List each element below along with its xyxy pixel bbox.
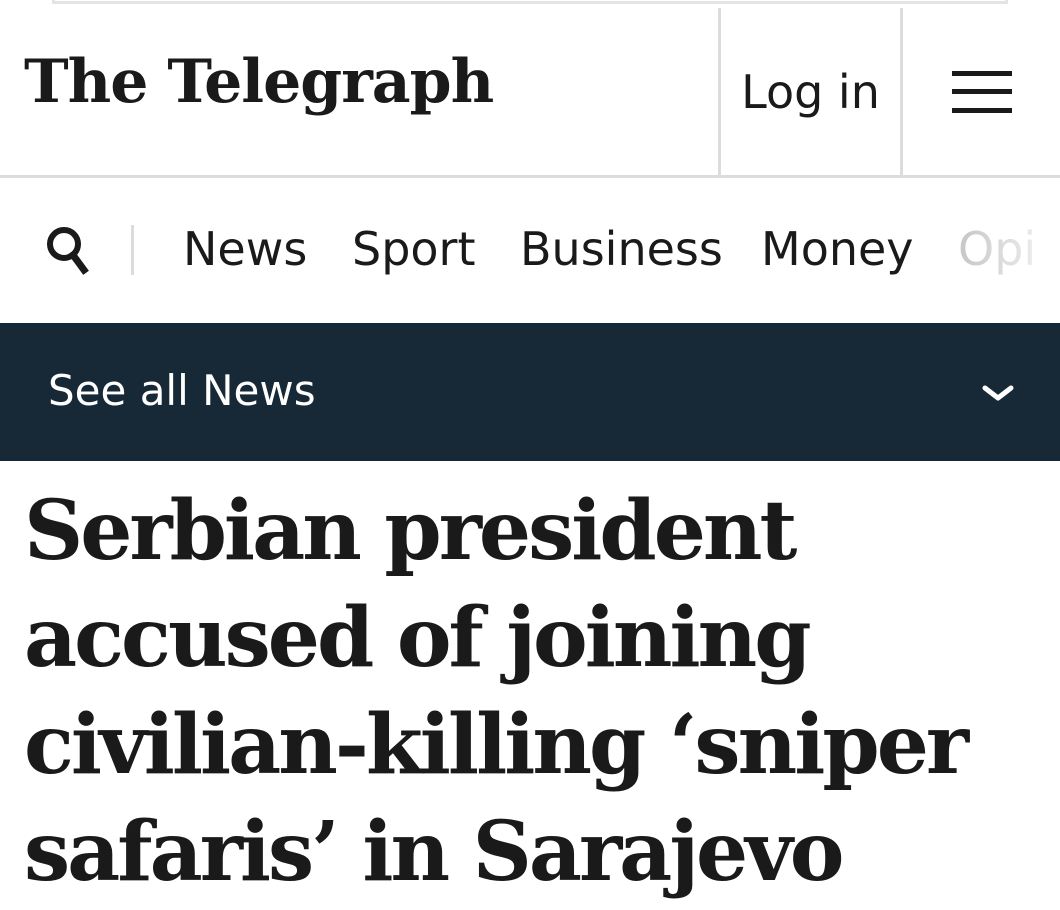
site-logo[interactable]: The Telegraph bbox=[24, 52, 494, 112]
page: The Telegraph Log in News Sport Business… bbox=[0, 0, 1060, 910]
nav-item-news[interactable]: News bbox=[183, 218, 307, 280]
nav-item-sport[interactable]: Sport bbox=[352, 218, 476, 280]
chevron-down-icon bbox=[982, 385, 1014, 401]
login-button[interactable]: Log in bbox=[718, 8, 903, 175]
primary-nav: News Sport Business Money Opi bbox=[0, 178, 1060, 323]
search-button[interactable] bbox=[46, 226, 90, 276]
see-all-news-label: See all News bbox=[48, 366, 316, 415]
nav-item-business[interactable]: Business bbox=[520, 218, 723, 280]
see-all-news-bar[interactable]: See all News bbox=[0, 323, 1060, 461]
search-icon bbox=[47, 227, 89, 275]
nav-item-opinion[interactable]: Opi bbox=[958, 218, 1036, 280]
nav-item-money[interactable]: Money bbox=[761, 218, 914, 280]
article-headline: Serbian president accused of joining civ… bbox=[24, 483, 969, 900]
hamburger-menu-icon bbox=[951, 70, 1012, 113]
nav-divider bbox=[131, 225, 134, 275]
site-header: The Telegraph Log in bbox=[0, 0, 1060, 178]
menu-button[interactable] bbox=[903, 8, 1060, 175]
